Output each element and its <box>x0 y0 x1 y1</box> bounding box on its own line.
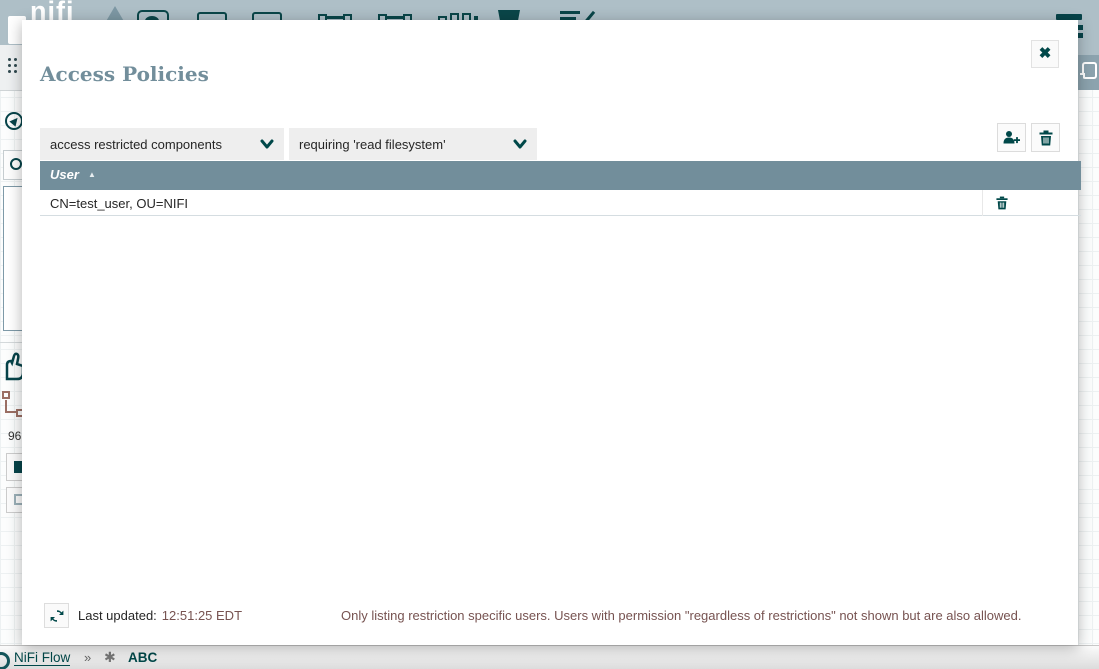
nifi-app: nifi <box>0 0 1099 669</box>
global-menu-icon-fragment <box>1078 33 1083 38</box>
delete-policy-button[interactable] <box>1031 123 1060 152</box>
access-policies-dialog: ✖ Access Policies access restricted comp… <box>22 20 1078 645</box>
dialog-title: Access Policies <box>40 62 209 86</box>
policy-scope-value: requiring 'read filesystem' <box>299 137 446 152</box>
birdseye-view-fragment[interactable] <box>3 186 22 331</box>
dialog-footer: Last updated: 12:51:25 EDT <box>44 602 242 629</box>
breadcrumb-separator: » <box>84 650 91 665</box>
policy-scope-dropdown[interactable]: requiring 'read filesystem' <box>289 128 537 160</box>
trash-icon <box>1039 130 1053 146</box>
refresh-button[interactable] <box>44 603 69 628</box>
refresh-icon <box>50 609 64 623</box>
operate-palette-edge <box>0 342 22 343</box>
policy-action-value: access restricted components <box>50 137 222 152</box>
user-column-header[interactable]: User <box>50 167 79 182</box>
breadcrumb: NiFi Flow » ✱ ABC <box>0 645 1099 669</box>
close-icon[interactable]: ✖ <box>1031 40 1059 68</box>
operate-button-fragment[interactable] <box>6 487 22 513</box>
last-updated-value: 12:51:25 EDT <box>162 608 242 623</box>
status-bar-right-fragment <box>1078 55 1099 90</box>
row-actions-cell <box>982 190 1081 216</box>
sort-asc-icon: ▲ <box>88 170 96 179</box>
operate-hand-icon <box>3 351 22 381</box>
users-table-header[interactable]: User ▲ <box>40 161 1081 190</box>
component-id-fragment: 96 <box>8 429 21 443</box>
global-menu-icon-fragment <box>1078 25 1083 30</box>
policy-action-dropdown[interactable]: access restricted components <box>40 128 284 160</box>
selected-component-icon <box>2 391 22 423</box>
last-updated-label: Last updated: <box>78 608 157 623</box>
zoom-button-fragment[interactable] <box>3 150 22 180</box>
table-row: CN=test_user, OU=NIFI <box>40 190 1081 216</box>
remove-user-icon[interactable] <box>996 196 1008 210</box>
breadcrumb-root-link[interactable]: NiFi Flow <box>14 650 70 666</box>
spinner-icon: ✱ <box>104 649 116 666</box>
navigate-compass-icon <box>5 112 22 130</box>
magnifier-icon <box>10 158 22 170</box>
chevron-down-icon <box>513 137 527 151</box>
chevron-down-icon <box>260 137 274 151</box>
corner-decoration <box>0 652 10 669</box>
status-bar-fragment <box>0 45 22 91</box>
operate-button-fragment[interactable] <box>6 453 22 481</box>
user-plus-icon <box>1003 130 1020 145</box>
note-icon-fold <box>1080 73 1085 78</box>
restriction-note: Only listing restriction specific users.… <box>341 608 1021 623</box>
breadcrumb-current-group[interactable]: ABC <box>128 650 157 665</box>
left-palettes-fragment: 96 <box>0 91 22 645</box>
user-identity-cell: CN=test_user, OU=NIFI <box>50 196 188 211</box>
add-user-button[interactable] <box>997 123 1026 152</box>
